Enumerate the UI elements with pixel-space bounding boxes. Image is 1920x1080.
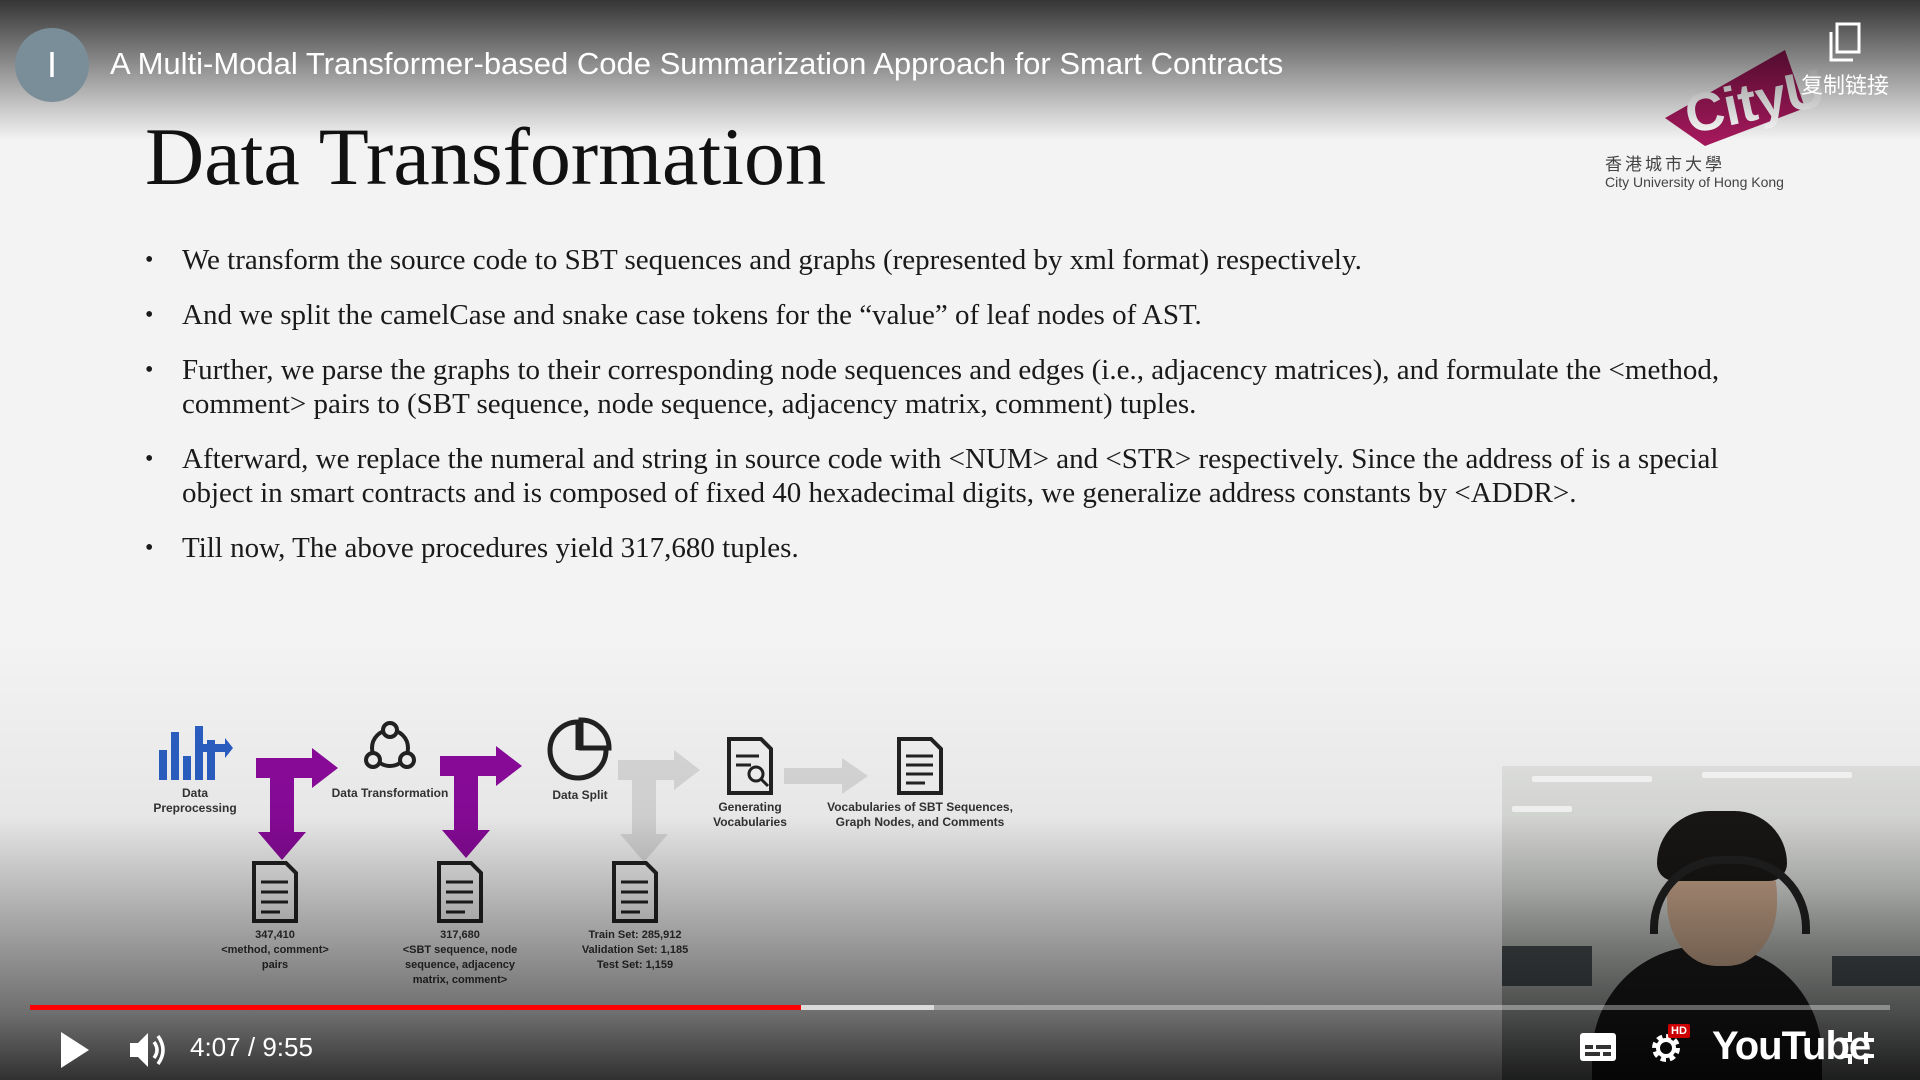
pipeline-step-label: Data Transformation (331, 786, 449, 800)
pipeline-arrow-icon (618, 750, 700, 862)
logo-chinese-name: 香港城市大學 (1605, 155, 1725, 175)
subtitles-icon[interactable] (1578, 1030, 1618, 1064)
pipeline-step-label: Generating Vocabularies (713, 800, 787, 829)
pipeline-arrow-icon (440, 746, 522, 858)
play-icon[interactable] (58, 1030, 92, 1070)
copy-link-label: 复制链接 (1800, 73, 1889, 98)
slide-title: Data Transformation (145, 111, 826, 202)
progress-bar[interactable] (30, 1005, 1890, 1010)
output-line: 317,680 (440, 929, 480, 941)
output-line: sequence, adjacency (404, 959, 516, 971)
document-icon (252, 861, 298, 923)
pipeline-output: 317,680 <SBT sequence, node sequence, ad… (380, 860, 540, 988)
output-line: pairs (261, 959, 289, 971)
bullet-item: Further, we parse the graphs to their co… (145, 353, 1785, 421)
time-separator: / (247, 1032, 256, 1062)
pipeline-step: Data Preprocessing (140, 720, 250, 816)
video-frame[interactable]: CityU 香港城市大學 City University of Hong Kon… (0, 0, 1920, 1080)
pipeline-step-label: Vocabularies of SBT Sequences, Graph Nod… (827, 800, 1013, 829)
channel-avatar[interactable]: I (15, 28, 89, 102)
bullet-item: We transform the source code to SBT sequ… (145, 243, 1785, 277)
pipeline-step-label: Data Preprocessing (153, 786, 237, 815)
output-line: Train Set: 285,912 (588, 929, 682, 941)
document-search-icon (727, 737, 773, 795)
output-line: <SBT sequence, node (402, 944, 518, 956)
network-icon (364, 721, 416, 769)
bullet-list: We transform the source code to SBT sequ… (145, 243, 1785, 586)
copy-link-button[interactable]: 复制链接 (1790, 22, 1900, 100)
output-line: Validation Set: 1,185 (581, 944, 689, 956)
bar-chart-icon (159, 726, 233, 780)
volume-icon[interactable] (126, 1028, 170, 1072)
pipeline-diagram: Data Preprocessing Data Transformation D… (140, 717, 1040, 1010)
hd-badge: HD (1668, 1024, 1690, 1038)
pipeline-step-label: Data Split (552, 788, 608, 802)
document-icon (612, 861, 658, 923)
pie-chart-icon (547, 717, 612, 781)
pipeline-output: Train Set: 285,912 Validation Set: 1,185… (555, 860, 715, 973)
document-icon (437, 861, 483, 923)
output-line: matrix, comment> (412, 974, 508, 986)
pipeline-step: Vocabularies of SBT Sequences, Graph Nod… (820, 736, 1020, 830)
exit-fullscreen-icon[interactable] (1840, 1030, 1876, 1066)
time-current: 4:07 (190, 1032, 241, 1062)
time-total: 9:55 (262, 1032, 313, 1062)
output-line: Test Set: 1,159 (596, 959, 674, 971)
copy-icon (1829, 22, 1861, 62)
player-controls: 4:07 / 9:55 HD YouTube (0, 1020, 1920, 1080)
logo-english-name: City University of Hong Kong (1605, 174, 1784, 190)
video-title[interactable]: A Multi-Modal Transformer-based Code Sum… (110, 46, 1283, 82)
progress-played (30, 1005, 802, 1010)
document-icon (897, 737, 943, 795)
bullet-item: Afterward, we replace the numeral and st… (145, 442, 1785, 510)
output-line: 347,410 (255, 929, 295, 941)
pipeline-output: 347,410 <method, comment> pairs (200, 860, 350, 973)
pipeline-step: Data Transformation (330, 720, 450, 801)
bullet-item: And we split the camelCase and snake cas… (145, 298, 1785, 332)
time-display: 4:07 / 9:55 (190, 1032, 313, 1063)
settings-button[interactable]: HD (1646, 1024, 1692, 1068)
bullet-item: Till now, The above procedures yield 317… (145, 531, 1785, 565)
output-line: <method, comment> (221, 944, 329, 956)
